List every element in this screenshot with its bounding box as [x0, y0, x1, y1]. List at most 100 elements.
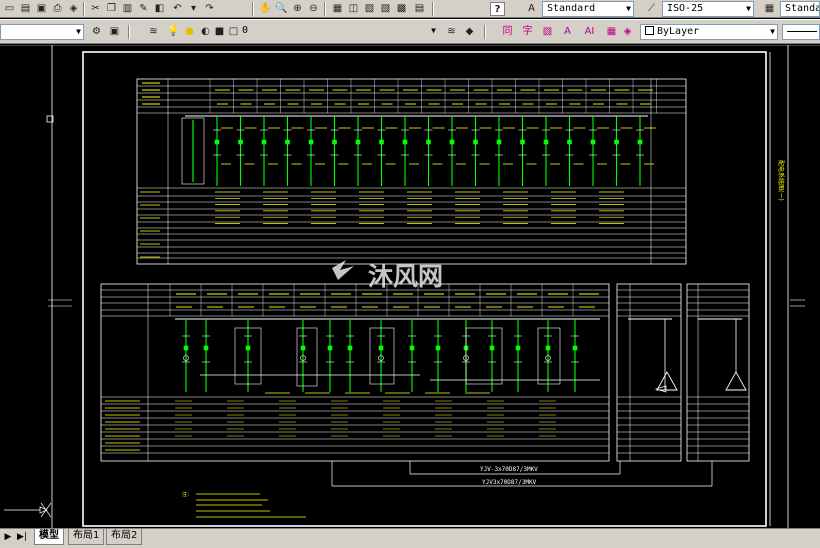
cable-label-1: YJV-3x70D87/3MKV — [480, 466, 538, 473]
layer-select[interactable]: 0 ▼ — [238, 24, 438, 40]
undo-icon[interactable]: ↶ — [170, 2, 185, 16]
lightbulb-icon[interactable]: 💡 — [166, 25, 181, 39]
chevron-down-icon: ▼ — [770, 27, 775, 36]
make-current-icon[interactable]: ≋ — [444, 25, 459, 39]
branch-node — [567, 139, 572, 145]
new-icon[interactable]: ▭ — [2, 2, 17, 16]
branch-node — [347, 345, 353, 351]
branch-node — [378, 345, 384, 351]
table-style-select[interactable]: Standa — [780, 1, 820, 17]
save-icon[interactable]: ▣ — [34, 2, 49, 16]
lock-icon[interactable]: ■ — [212, 25, 227, 39]
svg-text:配电系统图(一): 配电系统图(一) — [777, 160, 785, 201]
branch-node — [308, 139, 314, 145]
dim-style-icon: ⟋ — [648, 3, 655, 14]
publish-icon[interactable]: ◈ — [66, 2, 81, 16]
dim-style-value: ISO-25 — [667, 3, 704, 14]
zoom-realtime-icon[interactable]: 🔍 — [274, 2, 289, 16]
edit-text-icon[interactable]: ▧ — [540, 25, 555, 39]
properties-icon[interactable]: ▦ — [330, 2, 345, 16]
text-tool-icon[interactable]: 同 — [500, 25, 515, 39]
notes: 注： — [182, 491, 306, 518]
branch-node — [473, 139, 478, 145]
dim-style-select[interactable]: ISO-25 ▼ — [662, 1, 754, 17]
branch-node — [183, 345, 189, 351]
chevron-down-icon: ▼ — [746, 4, 751, 13]
pan-icon[interactable]: ✋ — [258, 2, 273, 16]
branch-node — [203, 345, 209, 351]
tab-model[interactable]: 模型 — [34, 529, 64, 545]
layer-previous-icon[interactable]: ◆ — [462, 25, 477, 39]
branch-node — [449, 139, 455, 145]
text-style-icon: A — [528, 3, 535, 14]
last-tab-icon[interactable]: ▶| — [16, 530, 28, 544]
branch-node — [409, 345, 415, 351]
undo-dropdown-icon[interactable]: ▾ — [186, 2, 201, 16]
branch-node — [402, 139, 408, 145]
block-editor-icon[interactable]: ◧ — [152, 2, 167, 16]
cut-icon[interactable]: ✂ — [88, 2, 103, 16]
paste-icon[interactable]: ▥ — [120, 2, 135, 16]
svg-text:注：: 注： — [182, 491, 192, 498]
branch-node — [515, 345, 521, 351]
upper-panel — [136, 78, 687, 265]
branch-node — [332, 139, 337, 145]
branch-node — [543, 139, 549, 145]
cable-label-2: YJV3x70D87/3MKV — [482, 479, 537, 486]
font-a8-icon[interactable]: A — [560, 25, 575, 39]
color-swatch — [645, 26, 654, 35]
color-select[interactable]: ByLayer ▼ — [640, 24, 778, 40]
zoom-previous-icon[interactable]: ⊖ — [306, 2, 321, 16]
chevron-down-icon: ▼ — [626, 4, 631, 13]
tab-layout2[interactable]: 布局2 — [106, 529, 143, 545]
standard-toolbar: ▭ ▤ ▣ ⎙ ◈ ✂ ❐ ▥ ✎ ◧ ↶ ▾ ↷ ✋ 🔍 ⊕ ⊖ ▦ ◫ ▨ … — [0, 0, 820, 18]
sheet-set-icon[interactable]: ▧ — [378, 2, 393, 16]
chevron-down-icon: ▼ — [431, 26, 436, 35]
watermark: 沐风网 — [332, 260, 443, 291]
print-icon[interactable]: ⎙ — [50, 2, 65, 16]
chevron-down-icon: ▼ — [76, 27, 81, 36]
first-tab-icon[interactable]: ▶ — [2, 530, 14, 544]
tool-palettes-icon[interactable]: ▨ — [362, 2, 377, 16]
sun-icon[interactable]: ● — [182, 25, 197, 39]
table-style-icon: ▦ — [764, 3, 775, 14]
branch-node — [426, 139, 431, 145]
branch-node — [489, 345, 495, 351]
redo-icon[interactable]: ↷ — [202, 2, 217, 16]
drawing-canvas[interactable]: 配电系统图(一) YJV-3x70D87/3MKV YJV3x70D87/3MK… — [0, 45, 820, 528]
font-match-icon[interactable]: ◈ — [620, 25, 635, 39]
drawing-svg: 配电系统图(一) YJV-3x70D87/3MKV YJV3x70D87/3MK… — [0, 45, 820, 528]
sub-box — [465, 327, 503, 385]
branch-node — [590, 139, 596, 145]
branch-node — [245, 345, 251, 351]
sub-box — [296, 327, 318, 387]
color-value: ByLayer — [657, 26, 700, 37]
open-icon[interactable]: ▤ — [18, 2, 33, 16]
help-icon[interactable]: ? — [490, 2, 505, 16]
match-properties-icon[interactable]: ✎ — [136, 2, 151, 16]
markup-icon[interactable]: ▩ — [394, 2, 409, 16]
branch-node — [238, 139, 243, 145]
zoom-window-icon[interactable]: ⊕ — [290, 2, 305, 16]
font-tool-icon[interactable]: ▦ — [604, 25, 619, 39]
design-center-icon[interactable]: ◫ — [346, 2, 361, 16]
char-tool-icon[interactable]: 字 — [520, 25, 535, 39]
layers-toolbar: ▼ ⚙ ▣ ≋ 💡 ● ◐ ■ □ 0 ▼ ≋ ◆ 同 字 ▧ A AI ▦ ◈ … — [0, 19, 820, 44]
text-style-select[interactable]: Standard ▼ — [542, 1, 634, 17]
font-ai-icon[interactable]: AI — [582, 25, 597, 39]
tab-layout1[interactable]: 布局1 — [68, 529, 105, 545]
settings-icon[interactable]: ⚙ — [89, 25, 104, 39]
branch-node — [214, 139, 220, 145]
branch-node — [572, 345, 578, 351]
workspace-select[interactable]: ▼ — [0, 24, 84, 40]
freeze-icon[interactable]: ◐ — [198, 25, 213, 39]
copy-icon[interactable]: ❐ — [104, 2, 119, 16]
layer-manager-icon[interactable]: ≋ — [146, 25, 161, 39]
branch-node — [327, 345, 333, 351]
branch-node — [435, 345, 441, 351]
linetype-select[interactable] — [782, 24, 820, 40]
calculator-icon[interactable]: ▤ — [412, 2, 427, 16]
workspace-icon[interactable]: ▣ — [107, 25, 122, 39]
layer-name-value: 0 — [242, 25, 249, 36]
svg-text:沐风网: 沐风网 — [368, 262, 443, 291]
